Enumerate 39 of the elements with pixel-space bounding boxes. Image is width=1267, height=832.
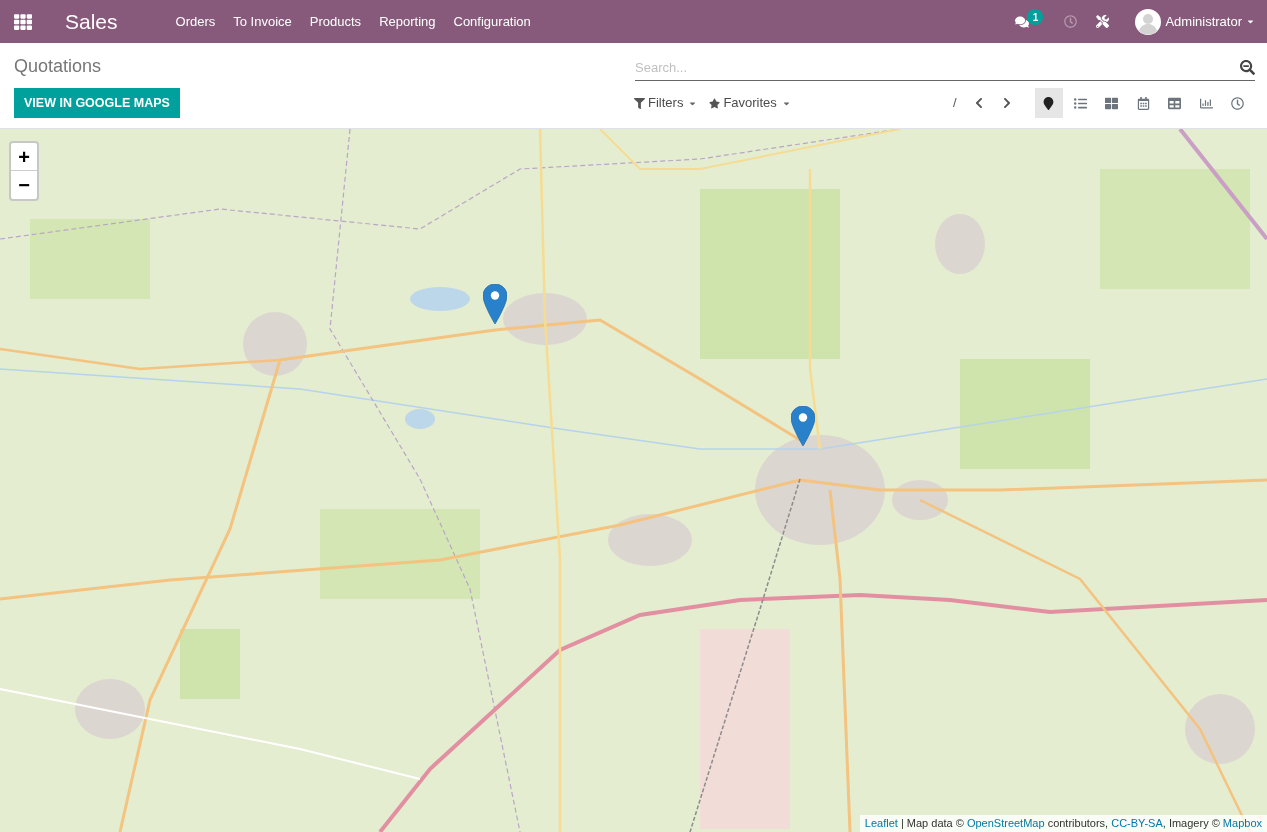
bar-chart-icon bbox=[1199, 96, 1213, 110]
caret-icon[interactable] bbox=[1246, 17, 1255, 26]
view-switch-button[interactable] bbox=[1034, 88, 1063, 118]
app-name[interactable]: Sales bbox=[65, 11, 118, 32]
zoom-out-button[interactable]: − bbox=[11, 171, 37, 199]
map-pin-icon[interactable] bbox=[483, 284, 507, 324]
attribution-link[interactable]: OpenStreetMap bbox=[966, 817, 1045, 829]
attribution-link[interactable]: Mapbox bbox=[1222, 817, 1262, 829]
apps-menu-icon[interactable] bbox=[14, 12, 32, 31]
attribution-link[interactable]: CC-BY-SA bbox=[1111, 817, 1163, 829]
zoom-in-button[interactable]: + bbox=[11, 143, 37, 171]
menu-item[interactable]: To Invoice bbox=[224, 0, 301, 43]
message-count-badge: 1 bbox=[1027, 9, 1044, 25]
search-field[interactable]: Search... bbox=[635, 55, 1233, 81]
calendar-icon bbox=[1136, 96, 1150, 110]
star-icon bbox=[709, 97, 721, 109]
breadcrumb-title: Quotations bbox=[14, 55, 102, 76]
filters-dropdown[interactable]: Filters bbox=[634, 93, 698, 113]
search-icon bbox=[1240, 60, 1255, 75]
favorites-dropdown[interactable]: Favorites bbox=[709, 93, 791, 113]
menu-item[interactable]: Products bbox=[300, 0, 371, 43]
pager-value: / bbox=[952, 94, 957, 113]
map-marker-icon bbox=[1042, 96, 1055, 110]
attribution-link[interactable]: Leaflet bbox=[864, 817, 898, 829]
view-in-google-maps-button[interactable]: VIEW IN GOOGLE MAPS bbox=[14, 88, 180, 118]
map-pin-icon[interactable] bbox=[791, 406, 815, 446]
user-name[interactable]: Administrator bbox=[1165, 11, 1242, 32]
clock-icon bbox=[1231, 96, 1244, 110]
menu-item[interactable]: Reporting bbox=[370, 0, 445, 43]
filter-icon bbox=[634, 97, 645, 109]
map-attribution: Leaflet | Map data © OpenStreetMap contributors, CC-BY-SA, Imagery © Mapbox bbox=[859, 815, 1267, 832]
list-icon bbox=[1073, 96, 1087, 110]
grid-icon bbox=[1105, 96, 1118, 110]
avatar-icon[interactable] bbox=[1135, 8, 1162, 35]
tools-icon[interactable] bbox=[1096, 15, 1110, 28]
menu-item[interactable]: Orders bbox=[166, 0, 225, 43]
chat-icon[interactable] bbox=[1015, 14, 1030, 29]
table-icon bbox=[1168, 96, 1181, 110]
menu-item[interactable]: Configuration bbox=[444, 0, 540, 43]
